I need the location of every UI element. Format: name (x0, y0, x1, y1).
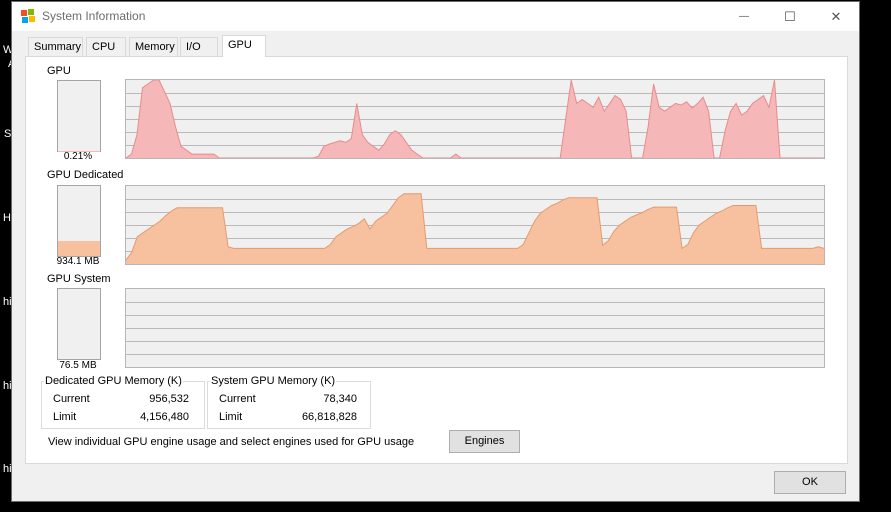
gpu-dedicated-graph (125, 185, 825, 265)
minimize-icon: — (739, 11, 749, 22)
engines-button[interactable]: Engines (449, 430, 520, 453)
gpu-usage-chart (126, 80, 824, 158)
system-gpu-memory-title: System GPU Memory (K) (210, 375, 337, 387)
dedicated-limit-label: Limit (53, 411, 77, 423)
gpu-system-meter (57, 288, 101, 360)
maximize-icon: ☐ (784, 8, 796, 24)
system-limit-label: Limit (219, 411, 243, 423)
background-text: H (3, 212, 11, 224)
tab-summary[interactable]: Summary (28, 37, 83, 56)
close-button[interactable]: ✕ (813, 2, 859, 31)
gpu-panel: GPU 0.21% GPU Dedicated 934.1 MB GPU Sys… (25, 56, 848, 464)
dedicated-current-label: Current (53, 393, 90, 405)
system-limit-value: 66,818,828 (301, 411, 357, 423)
tab-io[interactable]: I/O (180, 37, 218, 56)
ok-button[interactable]: OK (774, 471, 846, 494)
gpu-meter-value: 0.21% (63, 151, 93, 161)
system-information-window: System Information — ☐ ✕ Summary CPU Mem… (11, 1, 860, 502)
gpu-label: GPU (47, 65, 71, 77)
gpu-system-chart (126, 302, 824, 355)
tab-cpu[interactable]: CPU (86, 37, 126, 56)
gpu-usage-graph (125, 79, 825, 159)
gpu-dedicated-meter (57, 185, 101, 257)
gpu-meter (57, 80, 101, 152)
tab-gpu[interactable]: GPU (222, 35, 266, 57)
gpu-dedicated-chart (126, 193, 824, 264)
close-icon: ✕ (830, 8, 842, 24)
tab-memory[interactable]: Memory (129, 37, 178, 56)
dedicated-gpu-memory-group: Dedicated GPU Memory (K) Current 956,532… (41, 375, 205, 429)
dedicated-limit-value: 4,156,480 (140, 411, 189, 423)
window-title: System Information (42, 9, 146, 23)
system-current-label: Current (219, 393, 256, 405)
gpu-dedicated-label: GPU Dedicated (47, 169, 124, 181)
gpu-dedicated-meter-fill (58, 240, 100, 256)
system-current-value: 78,340 (323, 393, 357, 405)
minimize-button[interactable]: — (721, 2, 767, 31)
dedicated-current-value: 956,532 (149, 393, 189, 405)
engines-description: View individual GPU engine usage and sel… (48, 436, 415, 448)
app-icon (21, 9, 35, 23)
dedicated-gpu-memory-title: Dedicated GPU Memory (K) (44, 375, 183, 387)
maximize-button[interactable]: ☐ (767, 2, 813, 31)
gpu-system-label: GPU System (47, 273, 111, 285)
tab-strip: Summary CPU Memory I/O GPU (12, 31, 859, 57)
system-gpu-memory-group: System GPU Memory (K) Current 78,340 Lim… (207, 375, 371, 429)
gpu-system-meter-value: 76.5 MB (59, 360, 97, 370)
gpu-dedicated-meter-value: 934.1 MB (56, 256, 100, 266)
usage-area (126, 193, 824, 264)
gpu-system-graph (125, 288, 825, 368)
title-bar[interactable]: System Information — ☐ ✕ (12, 2, 859, 31)
